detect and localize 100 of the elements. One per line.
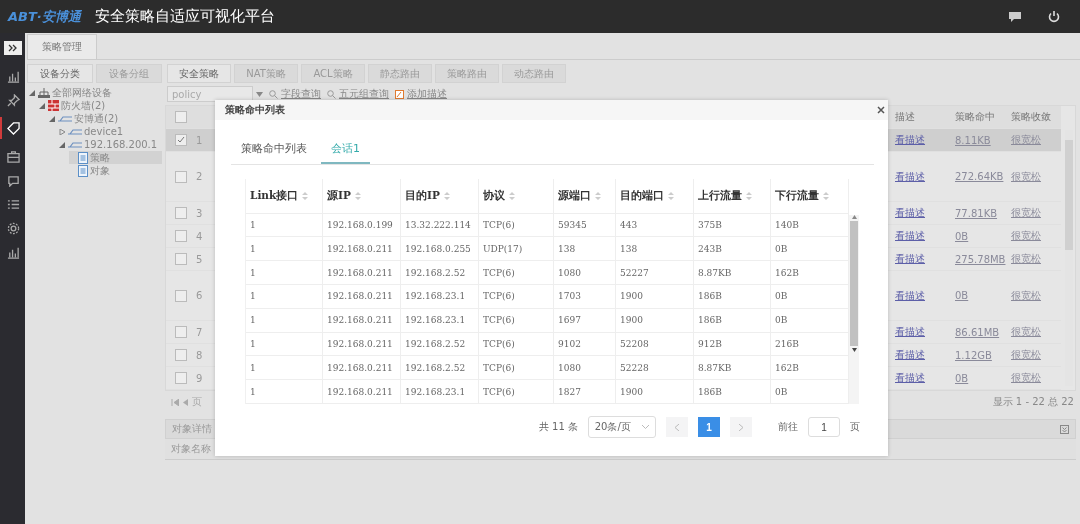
table-cell: 59345 [554, 213, 616, 237]
checkbox[interactable] [175, 170, 187, 183]
tree-item[interactable]: 安博通(2) [49, 112, 162, 125]
scroll-up-icon[interactable] [851, 215, 857, 219]
table-cell: 1 [246, 332, 323, 356]
power-icon[interactable] [1048, 10, 1060, 23]
sort-icon[interactable] [443, 191, 450, 200]
table-link[interactable]: 很宽松 [1011, 169, 1061, 184]
column-header[interactable]: Link接口 [246, 179, 323, 213]
prev-page-icon[interactable] [183, 398, 188, 406]
table-cell: 186B [694, 285, 771, 308]
checkbox[interactable] [175, 230, 187, 242]
checkbox[interactable] [175, 111, 187, 123]
expand-button[interactable] [3, 41, 22, 55]
tree-item[interactable]: 192.168.200.1 [59, 138, 162, 151]
column-header[interactable]: 目的端口 [616, 179, 694, 213]
collapsed-arrow-icon[interactable] [59, 128, 65, 135]
table-link[interactable]: 看描述 [895, 207, 925, 218]
table-link[interactable]: 看描述 [895, 170, 925, 182]
table-link[interactable]: 很宽松 [1011, 288, 1061, 303]
table-link[interactable]: 看描述 [895, 230, 925, 241]
tab[interactable]: NAT策略 [234, 64, 298, 83]
tree-item[interactable]: 防火墙(2) [39, 99, 162, 112]
table-link[interactable]: 很宽松 [1011, 133, 1061, 147]
table-link[interactable]: 1.12GB [955, 349, 1011, 361]
scroll-down-icon[interactable] [851, 348, 857, 352]
table-link[interactable]: 很宽松 [1011, 371, 1061, 385]
tab[interactable]: 安全策略 [167, 64, 231, 83]
table-link[interactable]: 275.78MB [955, 253, 1011, 265]
page-tab[interactable]: 策略管理 [27, 34, 97, 59]
table-link[interactable]: 272.64KB [955, 171, 1011, 182]
tree-item[interactable]: 策略 [69, 151, 162, 164]
column-header[interactable]: 目的IP [401, 179, 479, 213]
table-link[interactable]: 0B [955, 230, 1011, 242]
page-size-select[interactable]: 20条/页 [588, 416, 656, 438]
sort-icon[interactable] [823, 191, 829, 200]
table-link[interactable]: 很宽松 [1011, 325, 1061, 339]
checkbox[interactable] [175, 326, 187, 338]
tree-item[interactable]: 对象 [69, 164, 162, 177]
table-link[interactable]: 很宽松 [1011, 348, 1061, 362]
checkbox[interactable] [175, 372, 187, 384]
collapse-icon[interactable] [1060, 424, 1069, 434]
column-header[interactable]: 源端口 [554, 179, 616, 213]
column-header[interactable]: 上行流量 [694, 179, 771, 213]
tab[interactable]: ACL策略 [301, 64, 365, 83]
sort-icon[interactable] [595, 191, 601, 200]
row-number: 9 [196, 372, 204, 384]
scrollbar[interactable] [849, 215, 859, 404]
table-link[interactable]: 0B [955, 372, 1011, 384]
column-header[interactable]: 源IP [323, 179, 401, 213]
checkbox[interactable] [175, 134, 187, 146]
checkbox[interactable] [175, 253, 187, 265]
page-summary: 显示 1 - 22 总 22 [992, 395, 1074, 409]
checkbox[interactable] [175, 349, 187, 361]
checkbox[interactable] [175, 207, 187, 219]
table-link[interactable]: 86.61MB [955, 326, 1011, 338]
page-button[interactable]: 1 [698, 417, 720, 437]
toolbar-link[interactable]: 字段查询 [281, 87, 321, 101]
checkbox[interactable] [175, 289, 187, 302]
sort-icon[interactable] [354, 191, 361, 200]
tree-item[interactable]: device1 [59, 125, 162, 138]
sort-icon[interactable] [746, 191, 752, 200]
tab[interactable]: 会话1 [321, 136, 370, 164]
table-cell: 1 [246, 237, 323, 261]
dropdown-icon[interactable] [256, 91, 263, 97]
toolbar-link[interactable]: 添加描述 [407, 87, 447, 101]
close-icon[interactable] [877, 106, 885, 114]
sort-icon[interactable] [302, 191, 309, 200]
policy-select[interactable]: policy [167, 86, 253, 102]
table-link[interactable]: 看描述 [895, 134, 925, 145]
tab[interactable]: 策略命中列表 [231, 136, 317, 164]
prev-page-button[interactable] [666, 417, 688, 437]
table-link[interactable]: 看描述 [895, 326, 925, 337]
table-cell: 9102 [554, 332, 616, 356]
sort-icon[interactable] [668, 191, 674, 200]
first-page-icon[interactable] [171, 398, 179, 406]
table-link[interactable]: 看描述 [895, 372, 925, 383]
table-link[interactable]: 看描述 [895, 289, 925, 301]
chat-icon[interactable] [1008, 10, 1022, 23]
table-link[interactable]: 77.81KB [955, 207, 1011, 219]
toolbar-link[interactable]: 五元组查询 [339, 87, 389, 101]
expanded-arrow-icon[interactable] [59, 141, 65, 148]
next-page-button[interactable] [730, 417, 752, 437]
list-icon [7, 197, 20, 211]
tree-item[interactable]: 全部网络设备 [29, 86, 162, 99]
sort-icon[interactable] [509, 191, 515, 200]
table-link[interactable]: 很宽松 [1011, 252, 1061, 266]
double-chevron-icon [8, 44, 17, 52]
table-link[interactable]: 看描述 [895, 253, 925, 264]
tab[interactable]: 设备分类 [27, 64, 93, 83]
table-link[interactable]: 很宽松 [1011, 229, 1061, 243]
table-cell: 192.168.0.211 [323, 356, 401, 380]
table-link[interactable]: 很宽松 [1011, 206, 1061, 220]
column-header[interactable]: 下行流量 [771, 179, 849, 213]
dialog-title: 策略命中列表 [225, 103, 285, 117]
table-link[interactable]: 8.11KB [955, 134, 1011, 146]
table-link[interactable]: 0B [955, 290, 1011, 301]
page-input[interactable]: 1 [808, 417, 840, 437]
column-header[interactable]: 协议 [479, 179, 554, 213]
table-link[interactable]: 看描述 [895, 349, 925, 360]
